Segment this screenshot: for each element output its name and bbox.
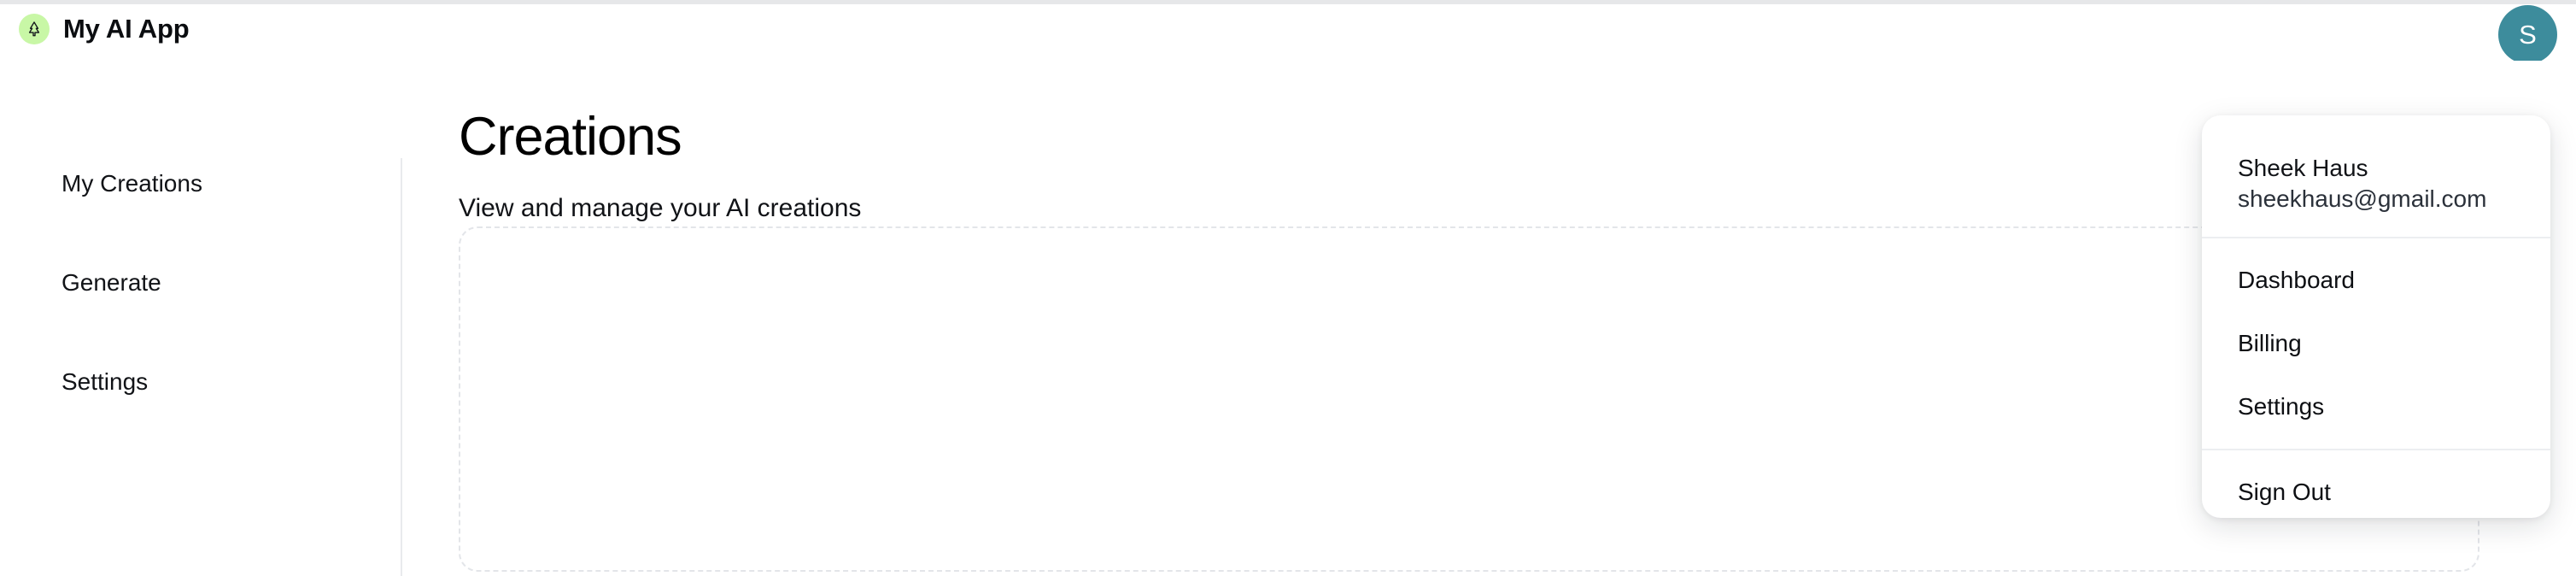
sidebar: My Creations Generate Settings	[0, 158, 402, 576]
sidebar-item-my-creations[interactable]: My Creations	[61, 172, 202, 196]
account-menu-secondary-group: Sign Out	[2202, 450, 2550, 518]
brand[interactable]: My AI App	[19, 14, 190, 44]
creations-empty-state-panel[interactable]	[459, 226, 2479, 572]
menu-item-dashboard[interactable]: Dashboard	[2202, 249, 2550, 312]
sidebar-item-label: My Creations	[61, 170, 202, 197]
avatar[interactable]: S	[2498, 5, 2557, 64]
avatar-initial: S	[2519, 20, 2537, 50]
menu-item-settings[interactable]: Settings	[2202, 375, 2550, 438]
account-dropdown-menu: Sheek Haus sheekhaus@gmail.com Dashboard…	[2202, 115, 2550, 518]
page-subtitle: View and manage your AI creations	[459, 194, 862, 222]
sidebar-item-settings[interactable]: Settings	[61, 370, 148, 394]
sidebar-item-label: Settings	[61, 368, 149, 395]
app-header: My AI App S	[0, 4, 2576, 64]
menu-item-sign-out[interactable]: Sign Out	[2202, 461, 2550, 518]
app-title: My AI App	[63, 14, 190, 44]
menu-item-label: Sign Out	[2238, 478, 2331, 505]
account-email: sheekhaus@gmail.com	[2238, 185, 2487, 212]
menu-item-billing[interactable]: Billing	[2202, 312, 2550, 375]
sidebar-item-generate[interactable]: Generate	[61, 271, 161, 295]
account-name: Sheek Haus	[2238, 155, 2368, 181]
account-menu-primary-group: Dashboard Billing Settings	[2202, 238, 2550, 449]
page-title: Creations	[459, 107, 682, 168]
sidebar-item-label: Generate	[61, 269, 161, 296]
pine-tree-icon	[19, 14, 50, 44]
account-identity: Sheek Haus sheekhaus@gmail.com	[2202, 115, 2550, 237]
menu-item-label: Settings	[2238, 392, 2325, 420]
menu-item-label: Dashboard	[2238, 266, 2355, 293]
menu-item-label: Billing	[2238, 329, 2302, 356]
